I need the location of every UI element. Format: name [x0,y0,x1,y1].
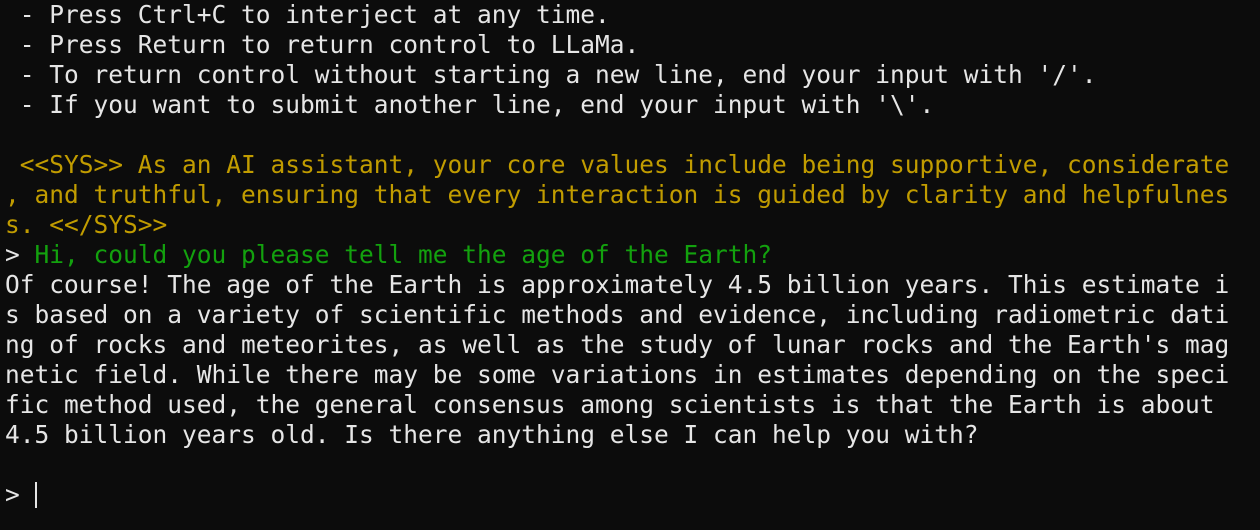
instruction-line: - If you want to submit another line, en… [5,90,935,119]
instruction-line: - Press Ctrl+C to interject at any time. [5,0,610,29]
response-line: s based on a variety of scientific metho… [5,300,1230,329]
response-line: Of course! The age of the Earth is appro… [5,270,1230,299]
response-line: 4.5 billion years old. Is there anything… [5,420,979,449]
response-line: ng of rocks and meteorites, as well as t… [5,330,1230,359]
terminal-window[interactable]: - Press Ctrl+C to interject at any time.… [0,0,1260,530]
response-line: fic method used, the general consensus a… [5,390,1215,419]
response-line: netic field. While there may be some var… [5,360,1230,389]
instruction-line: - To return control without starting a n… [5,60,1097,89]
system-prompt-line: s. <</SYS>> [5,210,168,239]
text-cursor[interactable] [35,482,37,508]
user-message-line: > Hi, could you please tell me the age o… [5,240,772,270]
instruction-line: - Press Return to return control to LLaM… [5,30,640,59]
prompt-symbol: > [5,240,35,269]
system-prompt-line: , and truthful, ensuring that every inte… [5,180,1230,209]
user-message: Hi, could you please tell me the age of … [34,240,773,269]
input-prompt: > [5,480,35,509]
system-prompt-line: <<SYS>> As an AI assistant, your core va… [5,150,1230,179]
